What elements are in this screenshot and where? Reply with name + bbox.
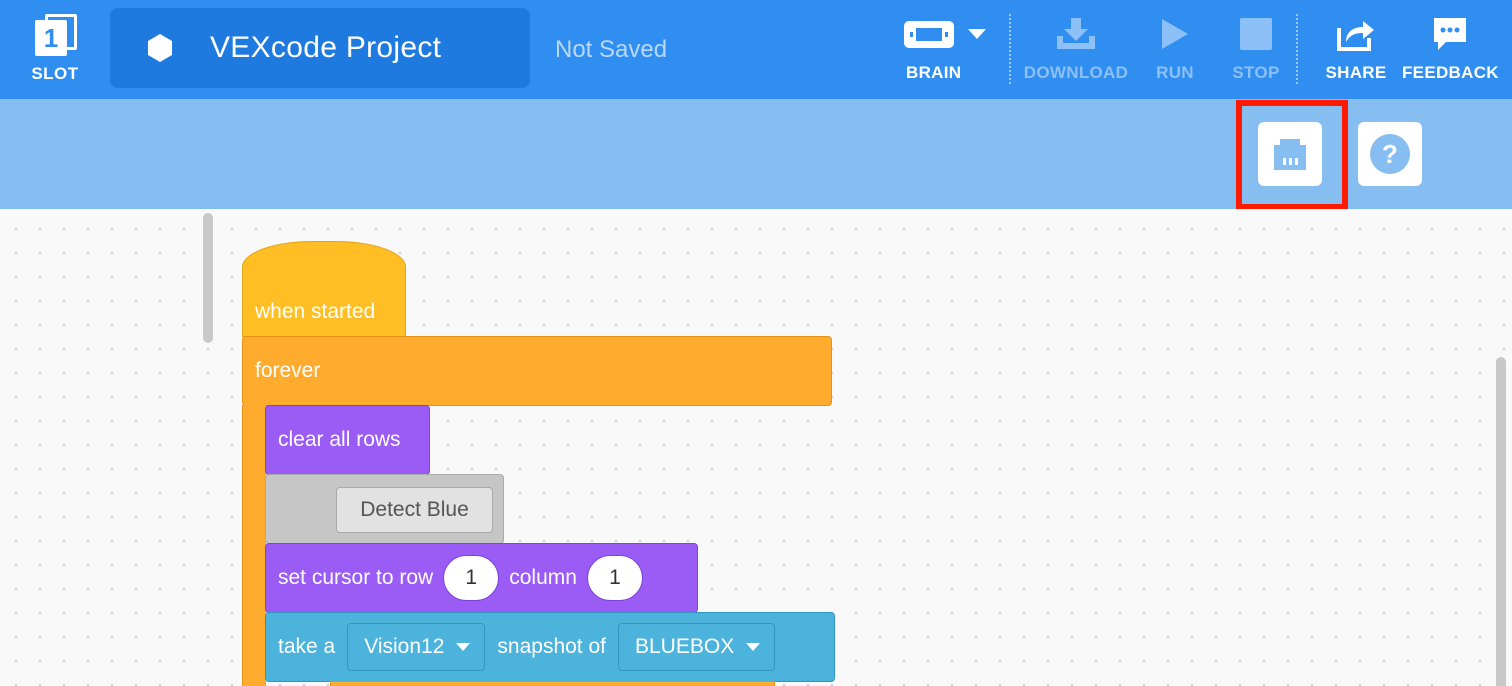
brain-button[interactable]: BRAIN [902, 14, 1000, 86]
slot-icon: 1 [33, 14, 77, 58]
comment-block[interactable]: Detect Blue [265, 474, 504, 544]
highlight-box [1236, 100, 1348, 210]
when-started-block[interactable]: when started [242, 241, 406, 337]
column-input[interactable]: 1 [586, 555, 643, 601]
share-label: SHARE [1325, 63, 1387, 82]
block-label: column [509, 566, 577, 589]
save-status: Not Saved [555, 36, 668, 63]
next-block-partial[interactable] [330, 681, 775, 686]
slot-button[interactable]: 1 SLOT [22, 14, 88, 86]
project-name-field[interactable]: VEXcode Project [110, 8, 530, 88]
run-label: RUN [1156, 63, 1194, 82]
stop-button[interactable]: STOP [1226, 14, 1286, 86]
brain-label: BRAIN [906, 63, 962, 82]
feedback-icon [1434, 18, 1466, 50]
chevron-down-icon[interactable] [966, 27, 988, 41]
block-label: clear all rows [278, 428, 401, 451]
forever-block[interactable]: forever [242, 336, 832, 406]
feedback-label: FEEDBACK [1402, 63, 1499, 82]
stop-icon [1240, 18, 1272, 50]
sensor-dropdown[interactable]: Vision12 [347, 623, 486, 671]
toolbar-divider [1009, 14, 1011, 84]
dropdown-caret-icon [456, 643, 471, 651]
project-name: VEXcode Project [210, 31, 442, 64]
vision-snapshot-block[interactable]: take a Vision12 snapshot of BLUEBOX [265, 612, 835, 682]
top-toolbar: 1 SLOT VEXcode Project Not Saved BRAIN D… [0, 0, 1512, 99]
forever-block-arm [242, 405, 266, 686]
block-label: when started [255, 300, 376, 323]
comment-text-field[interactable]: Detect Blue [336, 487, 493, 533]
run-button[interactable]: RUN [1146, 14, 1204, 86]
slot-label: SLOT [31, 64, 79, 83]
block-label: forever [255, 359, 321, 382]
download-button[interactable]: DOWNLOAD [1020, 14, 1132, 86]
share-button[interactable]: SHARE [1322, 14, 1390, 86]
block-label: snapshot of [497, 635, 606, 658]
block-label: take a [278, 635, 336, 658]
svg-text:?: ? [1382, 139, 1398, 169]
download-icon [1057, 18, 1095, 49]
share-icon [1337, 21, 1374, 51]
row-input[interactable]: 1 [443, 555, 500, 601]
help-icon: ? [1370, 134, 1410, 174]
help-button[interactable]: ? [1358, 122, 1422, 186]
toolbar-divider [1296, 14, 1298, 84]
dropdown-caret-icon [746, 643, 761, 651]
vertical-scrollbar-right[interactable] [1496, 357, 1506, 686]
signature-dropdown[interactable]: BLUEBOX [618, 623, 776, 671]
play-icon [1162, 19, 1188, 49]
stop-label: STOP [1232, 63, 1280, 82]
clear-all-rows-block[interactable]: clear all rows [265, 405, 430, 475]
code-workspace[interactable]: when started forever clear all rows Dete… [0, 209, 1512, 686]
signature-value: BLUEBOX [635, 635, 735, 658]
hexagon-icon [148, 34, 172, 62]
sensor-value: Vision12 [364, 635, 445, 658]
feedback-button[interactable]: FEEDBACK [1402, 14, 1499, 86]
brain-icon [904, 21, 954, 48]
block-label: set cursor to row [278, 566, 434, 589]
vertical-scrollbar-left[interactable] [203, 213, 213, 343]
download-label: DOWNLOAD [1023, 63, 1129, 82]
set-cursor-block[interactable]: set cursor to row 1 column 1 [265, 543, 698, 613]
